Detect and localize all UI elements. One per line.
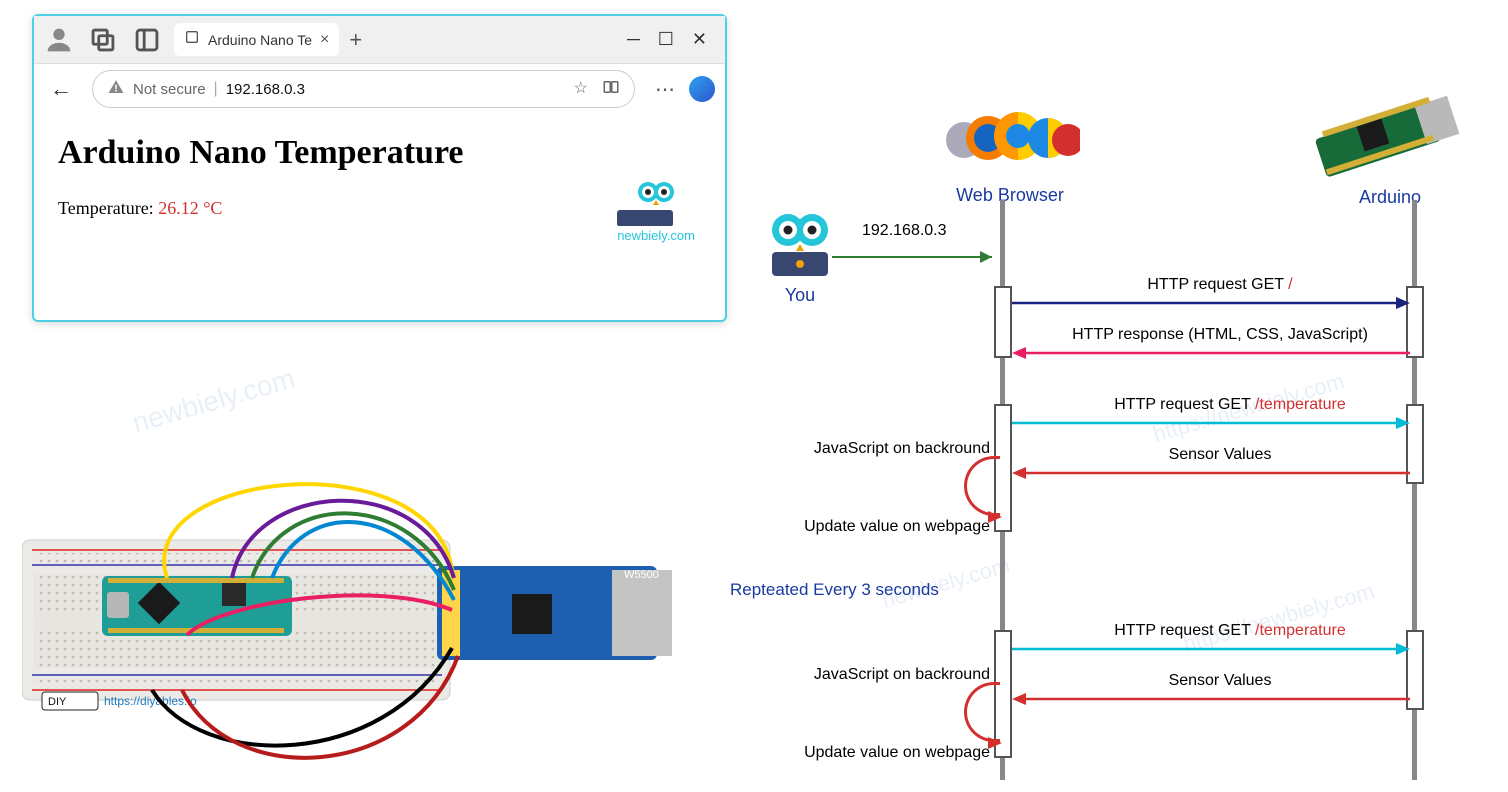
newbiely-logo: newbiely.com bbox=[617, 178, 695, 243]
diy-badge: DIY bbox=[48, 696, 67, 708]
js-background-label-1: JavaScript on backround bbox=[750, 440, 990, 458]
msg-http-get-temp-1: HTTP request GET /temperature bbox=[1060, 396, 1400, 414]
new-tab-icon[interactable]: + bbox=[349, 27, 362, 53]
laptop-icon bbox=[617, 210, 673, 226]
page-content: Arduino Nano Temperature Temperature: 26… bbox=[34, 114, 725, 239]
actor-you: You bbox=[760, 210, 840, 306]
browser-titlebar: Arduino Nano Te × + ─ ☐ ✕ bbox=[34, 16, 725, 64]
temperature-reading: Temperature: 26.12 °C bbox=[58, 198, 701, 219]
newbiely-text: newbiely.com bbox=[617, 228, 695, 243]
actor-browser: Web Browser bbox=[940, 100, 1080, 206]
browser-address-bar: ← Not secure | 192.168.0.3 ☆ ⋯ bbox=[34, 64, 725, 114]
update-label-1: Update value on webpage bbox=[740, 518, 990, 536]
loop-arc-2 bbox=[964, 682, 1000, 742]
msg-http-response: HTTP response (HTML, CSS, JavaScript) bbox=[1040, 326, 1400, 344]
minimize-icon[interactable]: ─ bbox=[627, 29, 640, 50]
split-screen-icon[interactable] bbox=[602, 78, 620, 101]
temp-label: Temperature: bbox=[58, 198, 158, 218]
sequence-diagram: You Web Browser Arduino bbox=[720, 100, 1500, 780]
breadboard-circuit: W5500 DIY https://diyables.io bbox=[22, 470, 702, 770]
msg-sensor-values-1: Sensor Values bbox=[1120, 446, 1320, 464]
url-text: 192.168.0.3 bbox=[226, 81, 305, 98]
close-window-icon[interactable]: ✕ bbox=[692, 29, 707, 50]
copilot-icon[interactable] bbox=[689, 76, 715, 102]
tab-favicon bbox=[184, 29, 200, 50]
warning-icon bbox=[107, 78, 125, 101]
browser-window: Arduino Nano Te × + ─ ☐ ✕ ← Not secure |… bbox=[32, 14, 727, 322]
browser-label: Web Browser bbox=[940, 185, 1080, 206]
separator: | bbox=[214, 80, 218, 98]
profile-icon[interactable] bbox=[42, 23, 76, 57]
favorite-icon[interactable]: ☆ bbox=[574, 78, 588, 101]
ip-text: 192.168.0.3 bbox=[862, 222, 947, 240]
watermark: newbiely.com bbox=[129, 363, 299, 440]
more-icon[interactable]: ⋯ bbox=[655, 77, 675, 102]
repeated-label: Repteated Every 3 seconds bbox=[730, 580, 939, 600]
update-label-2: Update value on webpage bbox=[740, 744, 990, 762]
browser-tab[interactable]: Arduino Nano Te × bbox=[174, 23, 339, 56]
page-title: Arduino Nano Temperature bbox=[58, 134, 701, 172]
maximize-icon[interactable]: ☐ bbox=[658, 29, 674, 50]
not-secure-label: Not secure bbox=[133, 81, 206, 98]
actor-arduino: Arduino bbox=[1300, 90, 1480, 208]
ethernet-chip-label: W5500 bbox=[624, 569, 659, 581]
close-tab-icon[interactable]: × bbox=[320, 31, 329, 49]
back-icon[interactable]: ← bbox=[44, 76, 78, 102]
js-background-label-2: JavaScript on backround bbox=[750, 666, 990, 684]
vertical-tabs-icon[interactable] bbox=[130, 23, 164, 57]
ip-arrow bbox=[832, 246, 1004, 268]
you-label: You bbox=[760, 285, 840, 306]
temp-value: 26.12 °C bbox=[158, 198, 222, 218]
window-controls: ─ ☐ ✕ bbox=[627, 29, 717, 50]
address-input[interactable]: Not secure | 192.168.0.3 ☆ bbox=[92, 70, 635, 108]
workspaces-icon[interactable] bbox=[86, 23, 120, 57]
owl-icon bbox=[636, 178, 676, 212]
msg-sensor-values-2: Sensor Values bbox=[1120, 672, 1320, 690]
activation-browser-1 bbox=[994, 286, 1012, 358]
tab-title: Arduino Nano Te bbox=[208, 32, 312, 48]
loop-arc-1 bbox=[964, 456, 1000, 516]
msg-http-get-temp-2: HTTP request GET /temperature bbox=[1060, 622, 1400, 640]
msg-http-get-root: HTTP request GET / bbox=[1080, 276, 1360, 294]
arduino-label: Arduino bbox=[1300, 187, 1480, 208]
